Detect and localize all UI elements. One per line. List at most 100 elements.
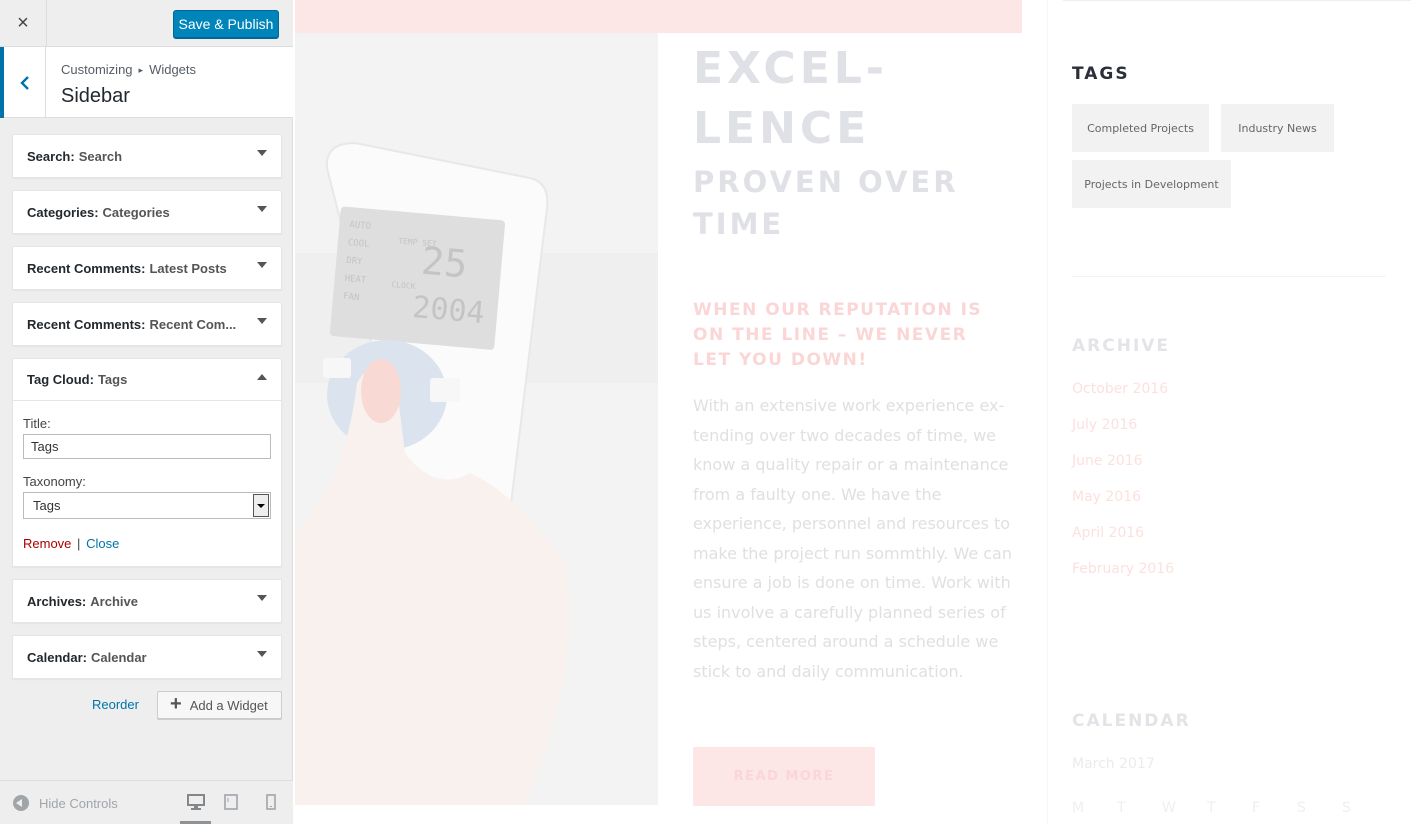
remove-link[interactable]: Remove [23,536,71,551]
action-divider: | [77,536,81,551]
widget-type: Archives [27,593,82,609]
add-widget-label: Add a Widget [189,697,268,713]
tag-industry-news[interactable]: Industry News [1221,104,1334,152]
hide-controls-button[interactable]: Hide Controls [13,795,118,811]
subheading-line-1: PROVEN OVER [693,165,959,199]
expand-arrow-icon[interactable] [257,318,267,324]
archive-link[interactable]: May 2016 [1072,489,1141,505]
mobile-icon [266,794,276,810]
widget-search[interactable]: Search: Search [12,134,282,178]
select-dropdown-button[interactable] [253,494,269,517]
feature-article: EXCEL- LENCE PROVEN OVER TIME WHEN OUR R… [658,33,1022,824]
expand-arrow-icon[interactable] [257,595,267,601]
sidebar-top-divider [1063,0,1411,1]
breadcrumb: Customizing ▸ Widgets [61,62,196,77]
collapse-icon [13,795,29,811]
customizer-header: × Save & Publish [0,0,293,47]
breadcrumb-separator-icon: ▸ [138,65,144,75]
widget-form: Title: Taxonomy: Tags Remove | Close [13,401,281,551]
breadcrumb-section: Widgets [149,62,197,77]
article-body: With an extensive work experience ex-ten… [693,396,1012,681]
weekday: T [1117,800,1126,816]
widget-recent-comments-latest[interactable]: Recent Comments: Latest Posts [12,246,282,290]
desktop-preview-button[interactable] [180,794,211,824]
close-customizer-button[interactable]: × [0,0,47,47]
chevron-down-icon [257,503,265,508]
save-publish-button[interactable]: Save & Publish [173,10,279,38]
customizer-sidebar: × Save & Publish Customizing ▸ Widgets Sid… [0,0,293,824]
site-preview: AUTO COOL DRY HEAT FAN TEMP SET 25 CLOCK… [293,0,1411,824]
remote-mode-heat: HEAT [344,274,367,286]
calendar-heading: CALENDAR [1072,711,1191,731]
remote-mode-fan: FAN [343,292,360,303]
taxonomy-select[interactable]: Tags [23,492,271,519]
collapse-arrow-icon[interactable] [257,374,267,380]
remote-mode-dry: DRY [346,256,364,267]
widget-header[interactable]: Categories: Categories [13,191,281,233]
remote-mode-auto: AUTO [349,220,371,232]
widget-title: Categories [102,204,170,220]
back-button[interactable] [0,47,46,118]
widget-type: Search [27,148,71,164]
taxonomy-selected-value: Tags [33,498,61,513]
tablet-preview-button[interactable] [224,794,238,815]
expand-arrow-icon[interactable] [257,651,267,657]
section-header: Customizing ▸ Widgets Sidebar [0,47,293,118]
customizer-footer: Hide Controls [0,780,293,824]
widget-title: Latest Posts [149,260,227,276]
title-input[interactable] [23,434,271,459]
weekday: S [1342,800,1351,816]
widget-tag-cloud: Tag Cloud:Tags Title: Taxonomy: Tags Rem… [12,358,282,567]
weekday: W [1162,800,1176,816]
calendar-month: March 2017 [1072,756,1155,772]
widget-title: Archive [90,593,138,609]
remote-mode-cool: COOL [347,238,369,250]
widget-header[interactable]: Tag Cloud: Tags [13,359,281,401]
archive-link[interactable]: October 2016 [1072,381,1168,397]
widget-categories[interactable]: Categories: Categories [12,190,282,234]
panel-title: Sidebar [61,85,130,107]
expand-arrow-icon[interactable] [257,150,267,156]
header-strip [295,0,1022,33]
widget-actions: Remove | Close [23,536,271,551]
sidebar-divider [1072,276,1386,277]
archive-link[interactable]: July 2016 [1072,417,1137,433]
widget-header[interactable]: Calendar: Calendar [13,636,281,678]
archive-link[interactable]: February 2016 [1072,561,1174,577]
widget-type: Recent Comments [27,316,142,332]
archive-link[interactable]: April 2016 [1072,525,1144,541]
customizer-screen: × Save & Publish Customizing ▸ Widgets Sid… [0,0,1411,824]
expand-arrow-icon[interactable] [257,206,267,212]
expand-arrow-icon[interactable] [257,262,267,268]
widget-header[interactable]: Search: Search [13,135,281,177]
remote-control-image: AUTO COOL DRY HEAT FAN TEMP SET 25 CLOCK… [295,33,658,805]
weekday: S [1297,800,1306,816]
desktop-icon [186,794,205,810]
widget-title: Calendar [90,649,147,665]
weekday: M [1072,800,1085,816]
widget-header[interactable]: Archives: Archive [13,580,281,622]
title-label: Title: [23,416,51,431]
weekday: T [1207,800,1216,816]
archive-link[interactable]: June 2016 [1072,453,1143,469]
close-link[interactable]: Close [86,536,119,551]
remote-temp-readout: 25 [420,239,469,287]
mobile-preview-button[interactable] [266,794,276,815]
read-more-button[interactable]: READ MORE [693,747,875,806]
widget-header[interactable]: Recent Comments: Latest Posts [13,247,281,289]
hide-controls-label: Hide Controls [39,795,118,811]
chevron-left-icon [19,75,29,90]
site-sidebar: TAGS Completed Projects Industry News Pr… [1047,0,1411,824]
add-widget-button[interactable]: + Add a Widget [157,691,282,719]
widget-archives[interactable]: Archives: Archive [12,579,282,623]
tag-projects-in-development[interactable]: Projects in Development [1072,160,1231,208]
widget-title: Recent Com... [149,316,237,332]
plus-icon: + [170,692,182,715]
tag-completed-projects[interactable]: Completed Projects [1072,104,1209,152]
widget-recent-comments[interactable]: Recent Comments: Recent Com... [12,302,282,346]
widget-calendar[interactable]: Calendar: Calendar [12,635,282,679]
breadcrumb-root: Customizing [61,62,133,77]
reorder-link[interactable]: Reorder [92,697,139,712]
subheading-line-2: TIME [693,207,785,241]
widget-header[interactable]: Recent Comments: Recent Com... [13,303,281,345]
